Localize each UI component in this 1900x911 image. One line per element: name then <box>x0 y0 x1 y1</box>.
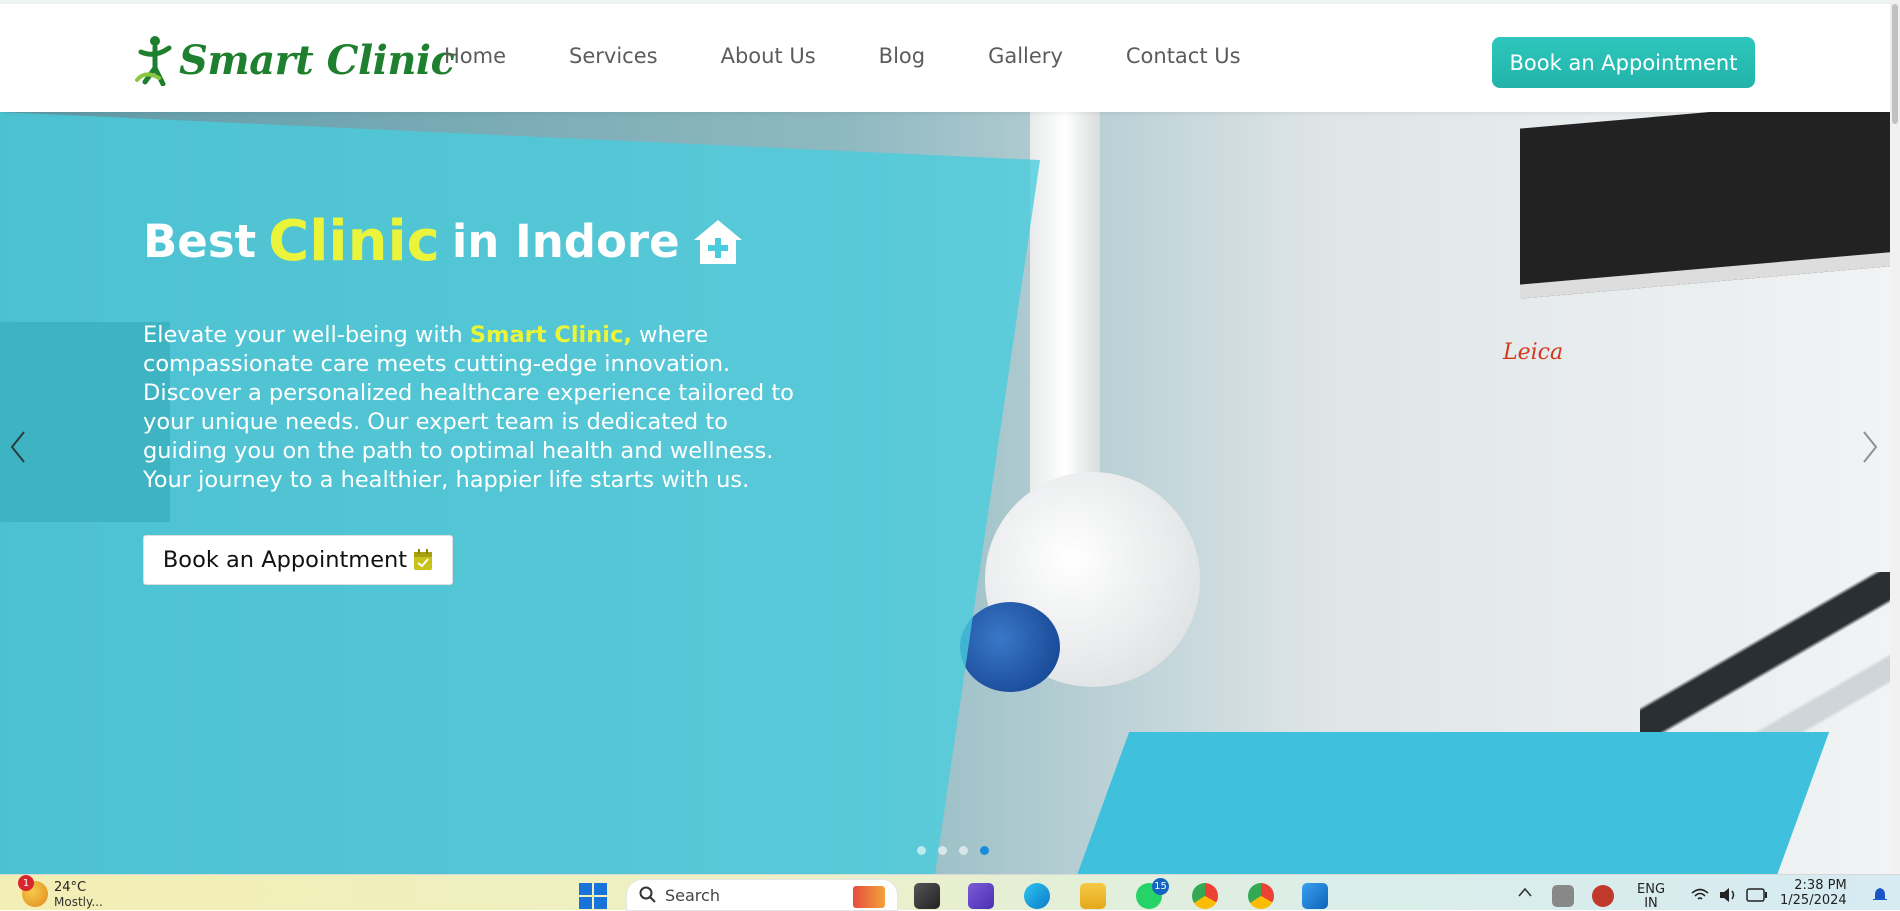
carousel-dot[interactable] <box>980 846 989 855</box>
battery-icon[interactable] <box>1746 888 1768 902</box>
teams-icon[interactable] <box>968 883 994 909</box>
taskbar-clock[interactable]: 2:38 PM 1/25/2024 <box>1780 878 1847 908</box>
edge-icon[interactable] <box>1024 883 1050 909</box>
clock-date: 1/25/2024 <box>1780 893 1847 908</box>
hero-description: Elevate your well-being with Smart Clini… <box>143 321 818 495</box>
carousel-dot[interactable] <box>959 846 968 855</box>
language-top: ENG <box>1637 882 1666 897</box>
nav-contact-us[interactable]: Contact Us <box>1126 44 1241 68</box>
weather-icon: 1 <box>18 875 48 907</box>
carousel-dot[interactable] <box>917 846 926 855</box>
hero-title-prefix: Best <box>143 215 257 268</box>
search-highlight-icon <box>853 886 885 908</box>
calendar-check-icon <box>414 549 433 570</box>
search-placeholder: Search <box>665 885 720 905</box>
chevron-up-icon[interactable] <box>1518 887 1532 897</box>
tray-app-icon[interactable] <box>1552 885 1574 907</box>
hero-title-suffix: in Indore <box>451 215 680 268</box>
hero-desc-prefix: Elevate your well-being with <box>143 322 463 348</box>
carousel-indicators <box>917 846 1001 855</box>
house-medical-icon <box>693 219 742 264</box>
brand-name: Smart Clinic <box>179 36 455 84</box>
language-indicator[interactable]: ENG IN <box>1637 883 1665 911</box>
hero-title: Best Clinic in Indore <box>143 209 744 274</box>
weather-text: 24°C Mostly... <box>54 880 103 910</box>
scrollbar-thumb[interactable] <box>1892 4 1898 124</box>
search-icon <box>639 886 656 903</box>
task-view-icon[interactable] <box>914 883 940 909</box>
nav-services[interactable]: Services <box>569 44 658 68</box>
whatsapp-icon[interactable]: 15 <box>1136 878 1169 909</box>
nav-blog[interactable]: Blog <box>879 44 925 68</box>
windows-start-icon[interactable] <box>579 883 607 909</box>
tray-chrome-icon[interactable] <box>1592 885 1614 907</box>
hero-button-label: Book an Appointment <box>162 547 408 573</box>
weather-badge: 1 <box>18 875 34 891</box>
weather-widget[interactable]: 1 24°C Mostly... <box>18 875 103 910</box>
photo-xray-cone <box>960 602 1060 692</box>
header-book-appointment-button[interactable]: Book an Appointment <box>1492 37 1755 88</box>
photo-dental-chair <box>1070 732 1830 874</box>
carousel-dot[interactable] <box>938 846 947 855</box>
vscode-icon[interactable] <box>1302 883 1328 909</box>
language-bottom: IN <box>1644 896 1658 911</box>
clock-time: 2:38 PM <box>1794 878 1847 893</box>
volume-icon[interactable] <box>1718 887 1738 903</box>
taskbar-search-box[interactable]: Search <box>626 879 898 911</box>
wifi-icon[interactable] <box>1690 887 1710 903</box>
whatsapp-badge: 15 <box>1152 878 1169 895</box>
hero-carousel: Leica Best Clinic in Indore Elevate your… <box>0 112 1890 874</box>
weather-condition: Mostly... <box>54 895 103 909</box>
chrome-profile-icon[interactable] <box>1248 883 1274 909</box>
notification-bell-icon[interactable] <box>1872 887 1888 903</box>
hero-title-accent: Clinic <box>268 209 440 274</box>
main-nav: Home Services About Us Blog Gallery Cont… <box>444 44 1241 68</box>
weather-temp: 24°C <box>54 880 87 895</box>
carousel-next-arrow-icon[interactable] <box>1856 422 1886 472</box>
nav-home[interactable]: Home <box>444 44 506 68</box>
windows-taskbar: 1 24°C Mostly... Search 15 ENG IN 2:38 P… <box>0 874 1900 911</box>
hero-desc-brand: Smart Clinic, <box>469 322 632 348</box>
nav-about-us[interactable]: About Us <box>721 44 816 68</box>
page-scrollbar[interactable] <box>1890 0 1900 874</box>
logo-figure-icon <box>135 36 172 86</box>
file-explorer-icon[interactable] <box>1080 883 1106 909</box>
site-logo[interactable]: Smart Clinic <box>133 32 455 88</box>
chrome-icon[interactable] <box>1192 883 1218 909</box>
photo-monitor-right <box>1520 112 1890 299</box>
hero-book-appointment-button[interactable]: Book an Appointment <box>143 535 453 585</box>
site-header: Smart Clinic Home Services About Us Blog… <box>0 0 1890 112</box>
photo-leica-text: Leica <box>1503 340 1564 365</box>
carousel-prev-arrow-icon[interactable] <box>2 422 32 472</box>
nav-gallery[interactable]: Gallery <box>988 44 1063 68</box>
